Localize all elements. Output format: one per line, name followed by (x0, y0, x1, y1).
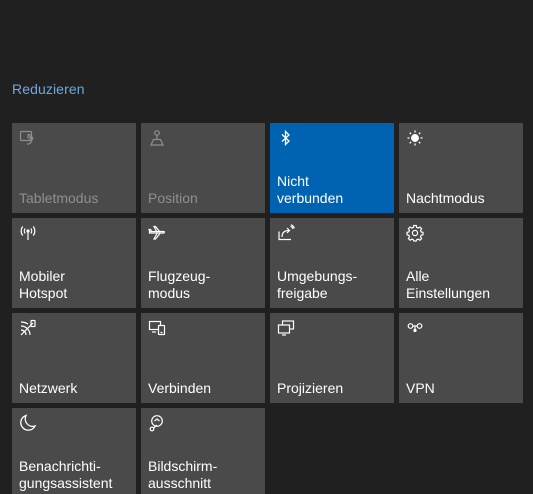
tile-vpn[interactable]: VPN (399, 313, 523, 403)
tile-connect[interactable]: Verbinden (141, 313, 265, 403)
tile-label: VPN (406, 380, 435, 396)
tile-airplane-mode[interactable]: Flugzeug- modus (141, 218, 265, 308)
connect-icon (148, 319, 166, 337)
quick-actions-grid: Tabletmodus Position Nicht verbunden Nac… (12, 123, 527, 494)
tile-screen-snip[interactable]: Bildschirm- ausschnitt (141, 408, 265, 494)
action-center-panel: Reduzieren Tabletmodus Position Nicht ve… (0, 0, 533, 494)
tile-all-settings[interactable]: Alle Einstellungen (399, 218, 523, 308)
bluetooth-icon (277, 129, 295, 147)
airplane-icon (148, 224, 166, 242)
tile-label: Umgebungs- freigabe (277, 268, 358, 301)
collapse-link[interactable]: Reduzieren (12, 81, 85, 97)
tile-label: Netzwerk (19, 380, 78, 396)
tile-label: Alle Einstellungen (406, 268, 491, 301)
tablet-mode-icon (19, 129, 37, 147)
tile-label: Verbinden (148, 380, 212, 396)
moon-icon (19, 414, 37, 432)
tile-night-light[interactable]: Nachtmodus (399, 123, 523, 213)
tile-label: Nachtmodus (406, 190, 485, 206)
tile-mobile-hotspot[interactable]: Mobiler Hotspot (12, 218, 136, 308)
location-icon (148, 129, 166, 147)
share-icon (277, 224, 295, 242)
snip-icon (148, 414, 166, 432)
hotspot-icon (19, 224, 37, 242)
gear-icon (406, 224, 424, 242)
project-icon (277, 319, 295, 337)
tile-project[interactable]: Projizieren (270, 313, 394, 403)
network-icon (19, 319, 37, 337)
tile-focus-assist[interactable]: Benachrichti- gungsassistent (12, 408, 136, 494)
tile-nearby-sharing[interactable]: Umgebungs- freigabe (270, 218, 394, 308)
tile-label: Flugzeug- modus (148, 268, 211, 301)
tile-label: Bildschirm- ausschnitt (148, 458, 218, 491)
night-light-icon (406, 129, 424, 147)
tile-label: Projizieren (277, 380, 344, 396)
tile-label: Mobiler Hotspot (19, 268, 68, 301)
tile-tablet-mode[interactable]: Tabletmodus (12, 123, 136, 213)
tile-label: Benachrichti- gungsassistent (19, 458, 113, 491)
tile-label: Nicht verbunden (277, 173, 344, 206)
tile-bluetooth[interactable]: Nicht verbunden (270, 123, 394, 213)
tile-label: Position (148, 190, 198, 206)
tile-network[interactable]: Netzwerk (12, 313, 136, 403)
tile-location[interactable]: Position (141, 123, 265, 213)
tile-label: Tabletmodus (19, 190, 99, 206)
vpn-icon (406, 319, 424, 337)
